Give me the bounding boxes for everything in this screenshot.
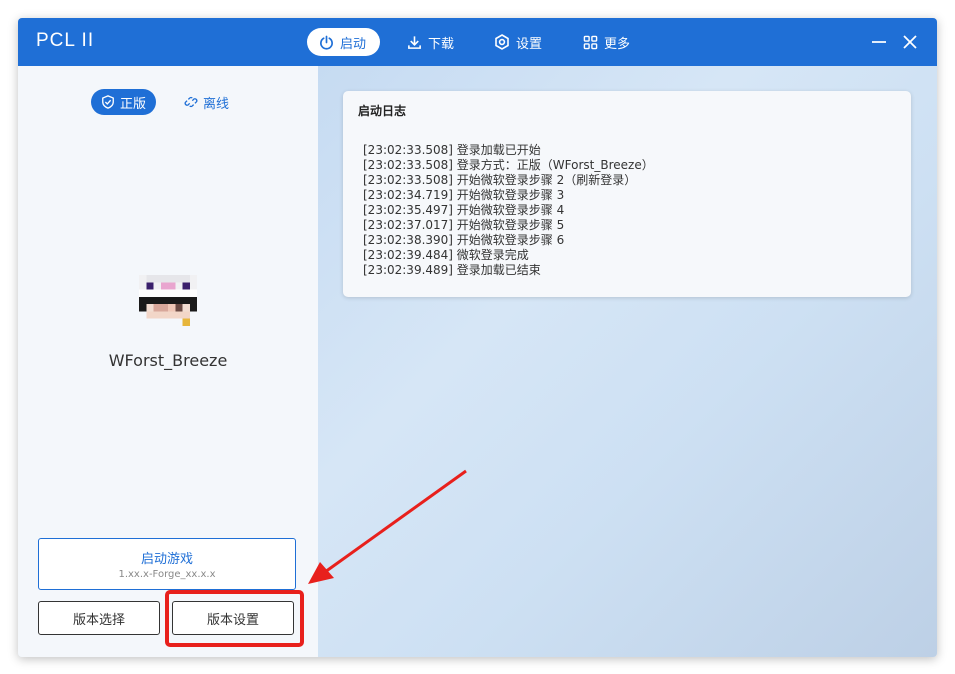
launch-game-button[interactable]: 启动游戏 1.xx.x-Forge_xx.x.x bbox=[38, 538, 296, 590]
mode-online-label: 正版 bbox=[120, 96, 147, 112]
launch-version-label: 1.xx.x-Forge_xx.x.x bbox=[118, 569, 216, 580]
log-line: [23:02:33.508] 登录方式：正版（WForst_Breeze） bbox=[363, 158, 654, 172]
launch-game-label: 启动游戏 bbox=[140, 552, 193, 567]
log-line: [23:02:39.484] 微软登录完成 bbox=[363, 248, 529, 262]
nav-download-label: 下载 bbox=[428, 36, 455, 52]
sidebar: 正版 离线 WForst_Breeze 启动游戏 1.xx.x-Forge_xx… bbox=[18, 66, 318, 657]
mode-online-button[interactable]: 正版 bbox=[91, 89, 157, 115]
log-line: [23:02:37.017] 开始微软登录步骤 5 bbox=[363, 218, 565, 232]
nav-download[interactable]: 下载 bbox=[407, 28, 454, 56]
mode-offline-button[interactable]: 离线 bbox=[174, 89, 239, 115]
launch-log-lines: [23:02:33.508] 登录加载已开始 [23:02:33.508] 登录… bbox=[363, 143, 654, 278]
launch-log-title: 启动日志 bbox=[358, 104, 407, 118]
close-icon[interactable] bbox=[900, 32, 920, 52]
log-line: [23:02:34.719] 开始微软登录步骤 3 bbox=[363, 188, 565, 202]
nav-launch[interactable]: 启动 bbox=[307, 28, 381, 56]
gear-icon bbox=[495, 34, 509, 50]
log-line: [23:02:35.497] 开始微软登录步骤 4 bbox=[363, 203, 565, 217]
nav-settings[interactable]: 设置 bbox=[494, 28, 542, 56]
title-bar: PCL II 启动 下载 设置 更多 bbox=[18, 18, 937, 66]
power-icon bbox=[320, 35, 333, 50]
avatar bbox=[139, 275, 197, 326]
nav-settings-label: 设置 bbox=[516, 36, 543, 52]
download-icon bbox=[408, 35, 421, 49]
nav-more[interactable]: 更多 bbox=[583, 28, 630, 56]
minimize-icon[interactable] bbox=[869, 32, 889, 52]
version-select-button[interactable]: 版本选择 bbox=[38, 601, 160, 635]
link-off-icon bbox=[184, 96, 198, 108]
log-line: [23:02:39.489] 登录加载已结束 bbox=[363, 263, 541, 277]
mode-offline-label: 离线 bbox=[203, 96, 230, 112]
grid-icon bbox=[583, 35, 598, 49]
main-panel: 启动日志 [23:02:33.508] 登录加载已开始 [23:02:33.50… bbox=[318, 66, 937, 657]
username: WForst_Breeze bbox=[108, 351, 228, 370]
log-line: [23:02:33.508] 登录加载已开始 bbox=[363, 143, 541, 157]
log-line: [23:02:33.508] 开始微软登录步骤 2（刷新登录） bbox=[363, 173, 637, 187]
shield-check-icon bbox=[102, 95, 114, 109]
launcher-window: PCL II 启动 下载 设置 更多 正版 离线 WForst_Breeze 启… bbox=[18, 18, 937, 657]
app-title: PCL II bbox=[36, 30, 95, 51]
log-line: [23:02:38.390] 开始微软登录步骤 6 bbox=[363, 233, 565, 247]
version-settings-button[interactable]: 版本设置 bbox=[172, 601, 294, 635]
launch-log-card: 启动日志 [23:02:33.508] 登录加载已开始 [23:02:33.50… bbox=[343, 91, 911, 297]
nav-more-label: 更多 bbox=[604, 36, 631, 52]
nav-launch-label: 启动 bbox=[340, 36, 367, 52]
